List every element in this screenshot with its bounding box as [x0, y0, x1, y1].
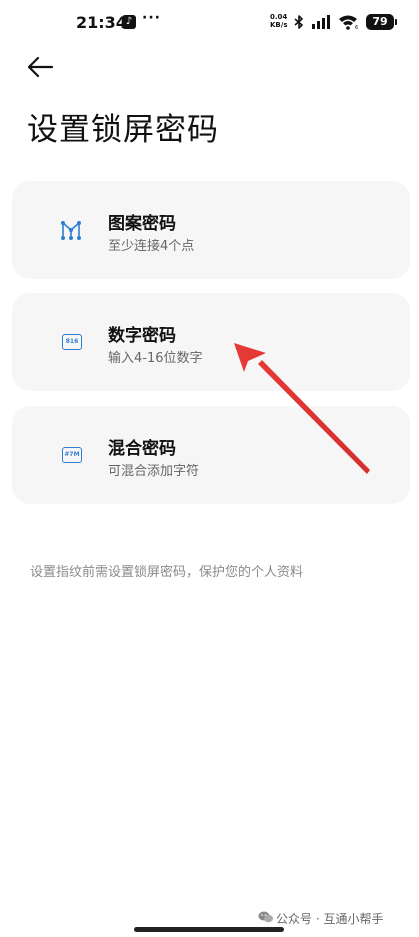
network-speed-value: 0.04: [270, 13, 288, 21]
option-numeric-password[interactable]: 816 数字密码 输入4-16位数字: [12, 293, 410, 391]
network-speed: 0.04 KB/s: [270, 13, 292, 29]
wifi-icon: 6: [339, 15, 358, 30]
option-title: 混合密码: [108, 439, 176, 459]
svg-text:6: 6: [355, 25, 358, 30]
pattern-lock-icon: [61, 221, 81, 240]
network-speed-unit: KB/s: [270, 21, 288, 29]
bluetooth-icon: [294, 15, 303, 29]
wechat-icon: [258, 911, 273, 923]
back-button[interactable]: [26, 52, 56, 82]
battery-indicator: 79: [366, 14, 394, 30]
page-title: 设置锁屏密码: [27, 112, 219, 148]
signal-icon: [312, 15, 330, 29]
home-indicator[interactable]: [134, 927, 284, 932]
fingerprint-hint: 设置指纹前需设置锁屏密码，保护您的个人资料: [30, 565, 304, 580]
status-bar: 21:34 ♪ ··· 0.04 KB/s 6 79: [0, 0, 419, 44]
option-title: 数字密码: [108, 326, 176, 346]
numeric-pin-icon: 816: [62, 334, 82, 350]
option-subtitle: 可混合添加字符: [108, 464, 200, 479]
option-pattern-password[interactable]: 图案密码 至少连接4个点: [12, 181, 410, 279]
more-notifications-icon: ···: [142, 10, 161, 26]
option-subtitle: 至少连接4个点: [108, 239, 195, 254]
option-subtitle: 输入4-16位数字: [108, 351, 203, 366]
mixed-password-icon: #7M: [62, 447, 82, 463]
watermark-text: 公众号 · 互通小帮手: [276, 912, 384, 926]
lock-screen-password-page: 21:34 ♪ ··· 0.04 KB/s 6 79 设置锁屏密码 图案密码 至…: [0, 0, 419, 937]
option-mixed-password[interactable]: #7M 混合密码 可混合添加字符: [12, 406, 410, 504]
status-time: 21:34: [76, 13, 127, 32]
battery-tip: [395, 19, 397, 25]
option-title: 图案密码: [108, 214, 176, 234]
tiktok-icon: ♪: [122, 15, 136, 29]
